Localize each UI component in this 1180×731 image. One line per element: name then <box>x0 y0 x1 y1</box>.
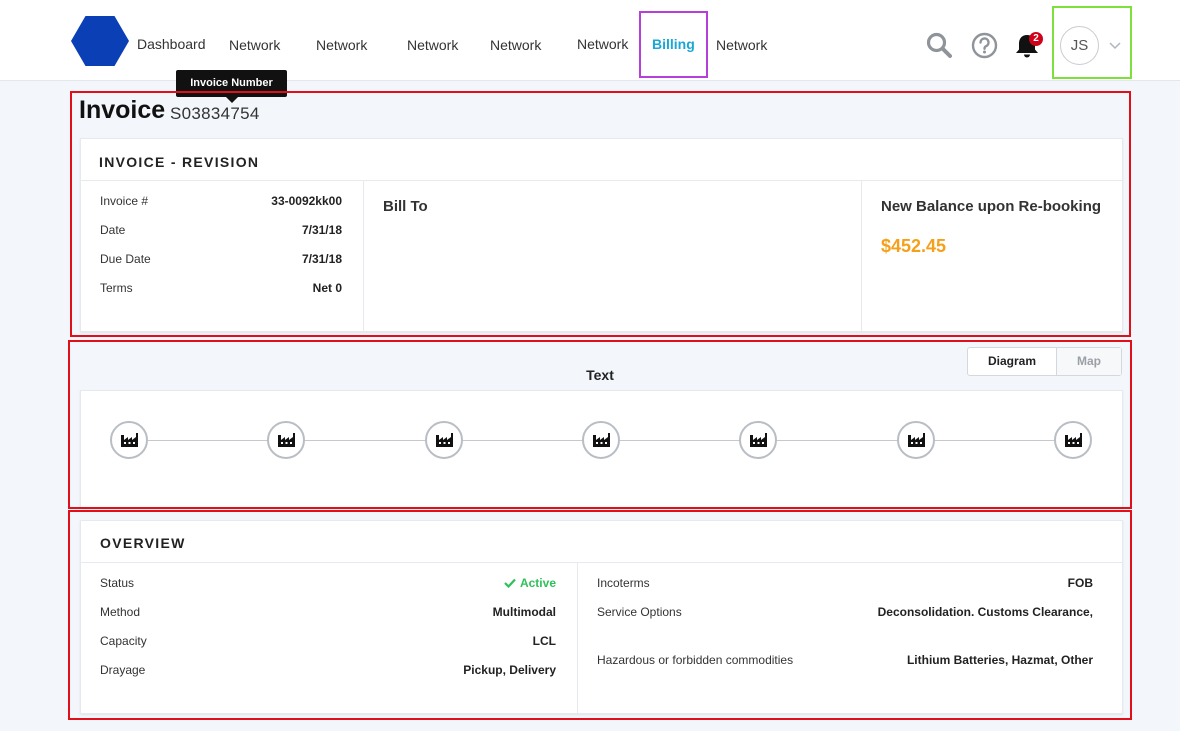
factory-icon <box>1065 433 1082 447</box>
nav-network-4[interactable]: Network <box>490 37 541 53</box>
overview-value-service-options: Deconsolidation. Customs Clearance, <box>877 605 1093 619</box>
balance-value: $452.45 <box>881 236 947 256</box>
route-node[interactable] <box>267 421 305 459</box>
nav-dashboard[interactable]: Dashboard <box>137 36 206 52</box>
map-toggle-button[interactable]: Map <box>1057 348 1121 375</box>
tooltip-arrow <box>225 96 239 103</box>
invoice-field-value: 33-0092kk00 <box>271 194 342 208</box>
overview-label-service-options: Service Options <box>597 605 682 619</box>
overview-value-incoterms: FOB <box>1067 576 1093 590</box>
diagram-toggle-button[interactable]: Diagram <box>968 348 1057 375</box>
nav-network-5[interactable]: Network <box>577 36 628 52</box>
invoice-field-label: Due Date <box>100 252 151 266</box>
nav-network-3[interactable]: Network <box>407 37 458 53</box>
card-title: INVOICE - REVISION <box>99 154 260 170</box>
overview-value-hazardous: Lithium Batteries, Hazmat, Other <box>906 653 1093 667</box>
overview-label-capacity: Capacity <box>100 634 147 648</box>
nav-network-2[interactable]: Network <box>316 37 367 53</box>
factory-icon <box>278 433 295 447</box>
invoice-field-label: Date <box>100 223 126 237</box>
overview-label-status: Status <box>100 576 135 590</box>
overview-card: OVERVIEW Status Active Method Multimodal… <box>80 520 1123 714</box>
overview-label-incoterms: Incoterms <box>597 576 650 590</box>
invoice-revision-card: INVOICE - REVISION Invoice # 33-0092kk00… <box>80 138 1123 332</box>
search-icon[interactable] <box>925 31 953 59</box>
overview-value-drayage: Pickup, Delivery <box>463 663 556 677</box>
invoice-field-value: 7/31/18 <box>301 223 342 237</box>
invoice-number-tooltip: Invoice Number <box>176 70 287 97</box>
balance-label: New Balance upon Re-booking <box>881 198 1102 215</box>
factory-icon <box>593 433 610 447</box>
view-toggle: Diagram Map <box>967 347 1122 376</box>
overview-value-capacity: LCL <box>532 634 556 648</box>
column-divider <box>861 181 862 331</box>
invoice-field-value: 7/31/18 <box>301 252 342 266</box>
column-divider <box>577 563 578 713</box>
logo-hexagon-icon[interactable] <box>71 16 129 66</box>
overview-title: OVERVIEW <box>100 535 186 551</box>
card-header: OVERVIEW <box>81 521 1122 563</box>
nav-network-1[interactable]: Network <box>229 37 280 53</box>
overview-label-method: Method <box>100 605 141 619</box>
factory-icon <box>121 433 138 447</box>
route-node[interactable] <box>110 421 148 459</box>
route-node[interactable] <box>582 421 620 459</box>
invoice-field-label: Invoice # <box>100 194 149 208</box>
card-header: INVOICE - REVISION <box>81 139 1122 181</box>
bill-to-label: Bill To <box>383 198 428 215</box>
factory-icon <box>436 433 453 447</box>
factory-icon <box>908 433 925 447</box>
nav-billing[interactable]: Billing <box>652 36 695 52</box>
invoice-number: S03834754 <box>170 104 260 123</box>
page-title: Invoice <box>79 96 166 124</box>
route-node[interactable] <box>1054 421 1092 459</box>
overview-label-drayage: Drayage <box>100 663 146 677</box>
invoice-field-value: Net 0 <box>312 281 342 295</box>
chevron-down-icon[interactable] <box>1108 38 1122 52</box>
invoice-field-label: Terms <box>100 281 133 295</box>
status-badge: Active <box>504 576 556 590</box>
route-node[interactable] <box>897 421 935 459</box>
avatar[interactable]: JS <box>1060 26 1099 65</box>
column-divider <box>363 181 364 331</box>
route-node[interactable] <box>739 421 777 459</box>
overview-label-hazardous: Hazardous or forbidden commodities <box>597 653 794 667</box>
overview-value-method: Multimodal <box>492 605 556 619</box>
nav-network-6[interactable]: Network <box>716 37 767 53</box>
check-icon <box>504 578 516 588</box>
notification-badge: 2 <box>1029 32 1043 46</box>
help-icon[interactable] <box>971 32 998 59</box>
diagram-title: Text <box>586 367 614 383</box>
route-node[interactable] <box>425 421 463 459</box>
factory-icon <box>750 433 767 447</box>
status-value: Active <box>519 576 556 590</box>
